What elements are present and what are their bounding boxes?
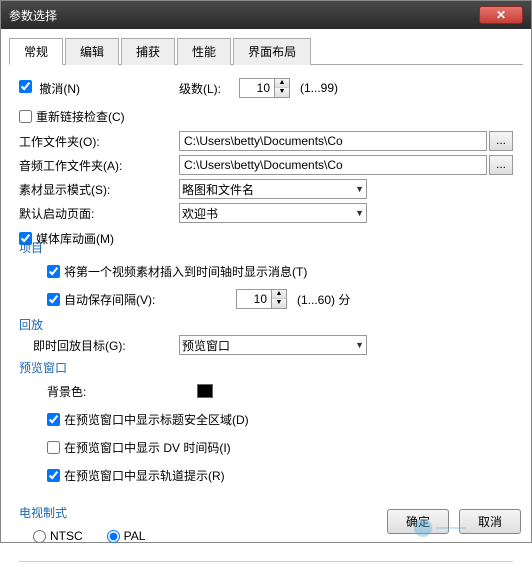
spin-up-icon[interactable]: ▲ <box>275 79 289 88</box>
relink-label: 重新链接检查(C) <box>36 108 125 125</box>
spin-down-icon[interactable]: ▼ <box>275 88 289 97</box>
spin-down-icon[interactable]: ▼ <box>272 299 286 308</box>
levels-spinner[interactable]: ▲▼ <box>275 78 290 98</box>
safe-area-checkbox[interactable] <box>47 413 60 426</box>
bg-color-swatch[interactable] <box>197 384 213 398</box>
ok-button[interactable]: 确定 <box>387 509 449 534</box>
startup-page-label: 默认启动页面: <box>19 205 179 222</box>
close-icon: ✕ <box>496 8 506 22</box>
levels-input[interactable] <box>239 78 275 98</box>
autosave-label: 自动保存间隔(V): <box>64 291 236 308</box>
tab-capture[interactable]: 捕获 <box>121 38 175 65</box>
ntsc-radio[interactable] <box>33 530 46 543</box>
chevron-down-icon: ▼ <box>355 340 364 350</box>
playback-target-select[interactable]: 预览窗口 ▼ <box>179 335 367 355</box>
pal-radio[interactable] <box>107 530 120 543</box>
startup-page-value: 欢迎书 <box>182 205 218 222</box>
display-mode-label: 素材显示模式(S): <box>19 181 179 198</box>
startup-page-select[interactable]: 欢迎书 ▼ <box>179 203 367 223</box>
separator <box>19 561 513 562</box>
dv-timecode-checkbox[interactable] <box>47 441 60 454</box>
display-mode-select[interactable]: 略图和文件名 ▼ <box>179 179 367 199</box>
lib-anim-label: 媒体库动画(M) <box>36 230 114 247</box>
track-tip-label: 在预览窗口中显示轨道提示(R) <box>64 467 225 484</box>
autosave-input[interactable] <box>236 289 272 309</box>
undo-checkbox[interactable] <box>19 80 32 93</box>
undo-label: 撤消(N) <box>39 82 80 96</box>
chevron-down-icon: ▼ <box>355 208 364 218</box>
cancel-button[interactable]: 取消 <box>459 509 521 534</box>
audio-folder-label: 音频工作文件夹(A): <box>19 157 179 174</box>
tab-performance[interactable]: 性能 <box>177 38 231 65</box>
window-title: 参数选择 <box>9 7 57 24</box>
tab-general[interactable]: 常规 <box>9 38 63 65</box>
playback-target-label: 即时回放目标(G): <box>33 337 179 354</box>
work-folder-label: 工作文件夹(O): <box>19 133 179 150</box>
safe-area-label: 在预览窗口中显示标题安全区域(D) <box>64 411 249 428</box>
autosave-range: (1...60) 分 <box>297 291 350 308</box>
pal-label: PAL <box>124 529 146 543</box>
insert-msg-label: 将第一个视频素材插入到时间轴时显示消息(T) <box>64 263 307 280</box>
work-folder-browse-button[interactable]: ... <box>489 131 513 151</box>
dialog-buttons: 确定 取消 <box>387 509 521 534</box>
tab-bar: 常规 编辑 捕获 性能 界面布局 <box>9 37 523 65</box>
tab-layout[interactable]: 界面布局 <box>233 38 311 65</box>
work-folder-input[interactable] <box>179 131 487 151</box>
playback-header: 回放 <box>19 316 513 333</box>
tab-edit[interactable]: 编辑 <box>65 38 119 65</box>
tab-content: 撤消(N) 级数(L): ▲▼ (1...99) 重新链接检查(C) 工作文件夹… <box>1 65 531 572</box>
relink-checkbox[interactable] <box>19 110 32 123</box>
track-tip-checkbox[interactable] <box>47 469 60 482</box>
autosave-spinner[interactable]: ▲▼ <box>272 289 287 309</box>
preview-header: 预览窗口 <box>19 359 513 376</box>
autosave-checkbox[interactable] <box>47 293 60 306</box>
titlebar: 参数选择 ✕ <box>1 1 531 29</box>
chevron-down-icon: ▼ <box>355 184 364 194</box>
display-mode-value: 略图和文件名 <box>182 181 254 198</box>
playback-target-value: 预览窗口 <box>182 337 230 354</box>
audio-folder-input[interactable] <box>179 155 487 175</box>
dv-timecode-label: 在预览窗口中显示 DV 时间码(I) <box>64 439 231 456</box>
spin-up-icon[interactable]: ▲ <box>272 290 286 299</box>
close-button[interactable]: ✕ <box>479 6 523 24</box>
ntsc-label: NTSC <box>50 529 83 543</box>
levels-range: (1...99) <box>300 81 338 95</box>
levels-label: 级数(L): <box>179 80 239 97</box>
audio-folder-browse-button[interactable]: ... <box>489 155 513 175</box>
insert-msg-checkbox[interactable] <box>47 265 60 278</box>
bg-color-label: 背景色: <box>47 383 197 400</box>
